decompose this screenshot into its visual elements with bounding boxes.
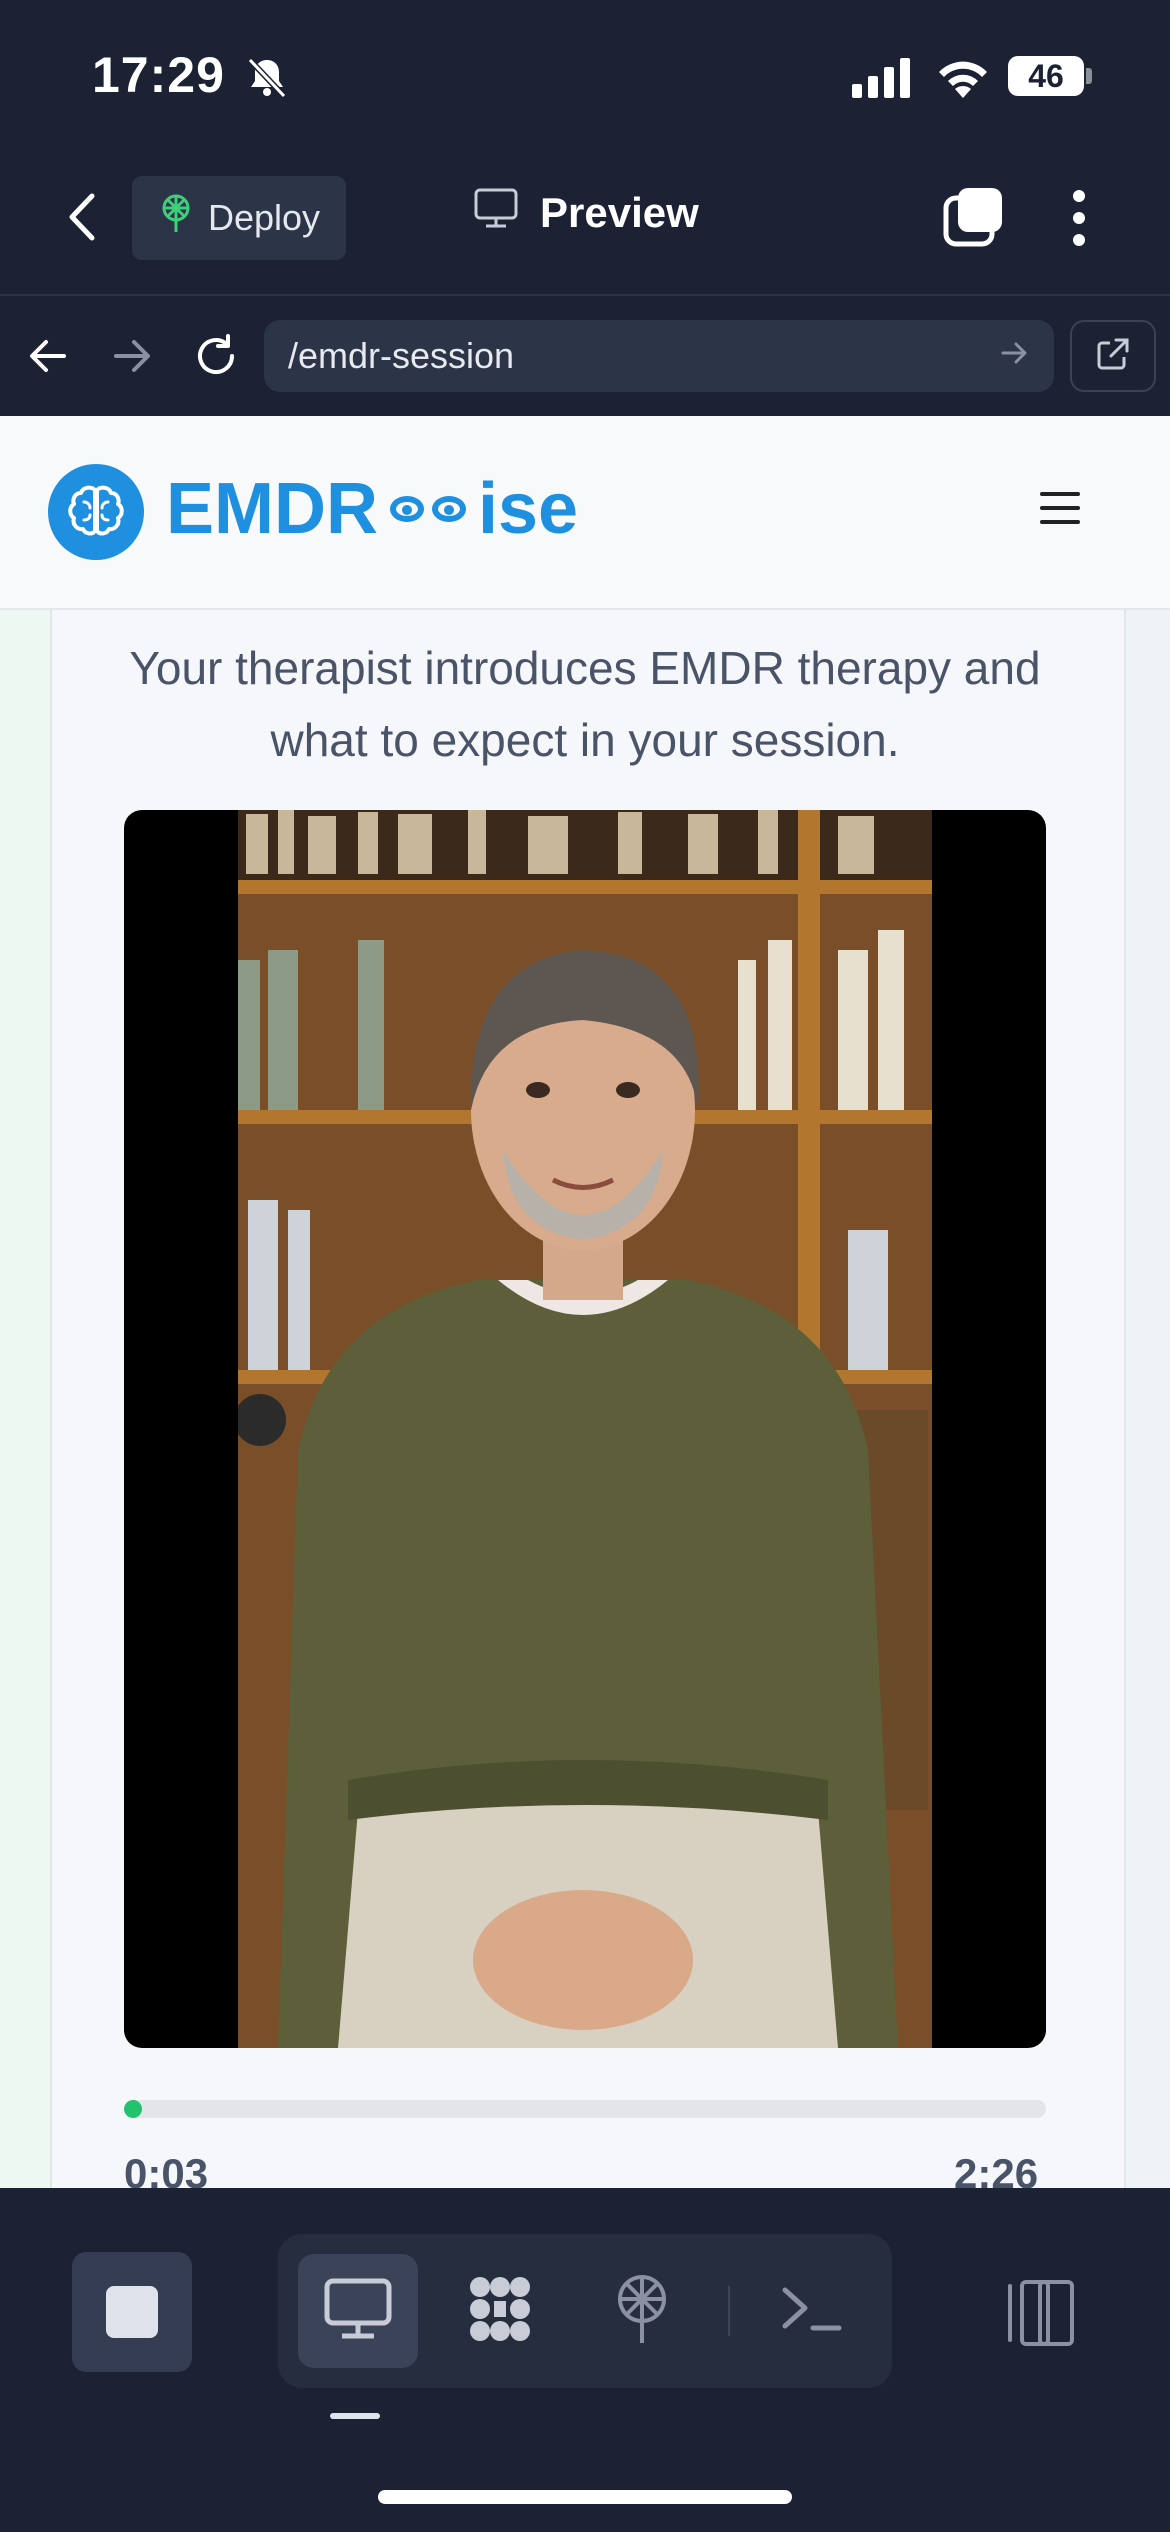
stop-button[interactable] [72, 2252, 192, 2372]
go-arrow-icon[interactable] [1000, 335, 1030, 377]
external-link-icon [1096, 337, 1130, 376]
app-header: EMDR ise [0, 416, 1170, 610]
brand-wordmark[interactable]: EMDR ise [166, 468, 578, 550]
tool-preview[interactable] [298, 2254, 418, 2368]
wifi-icon [936, 56, 990, 103]
battery-tip [1086, 68, 1092, 84]
battery-level: 46 [1028, 57, 1064, 94]
more-vertical-icon[interactable] [1070, 188, 1088, 253]
forward-arrow-icon[interactable] [112, 336, 152, 381]
monitor-icon [324, 2278, 392, 2345]
status-time: 17:29 [92, 47, 225, 103]
url-text: /emdr-session [288, 335, 515, 376]
preview-tab[interactable]: Preview [474, 188, 699, 238]
tool-deploy[interactable] [582, 2254, 702, 2368]
url-input[interactable]: /emdr-session [264, 320, 1054, 392]
components-grid-icon [464, 2273, 536, 2350]
video-current-time: 0:03 [124, 2150, 209, 2188]
preview-label: Preview [540, 189, 699, 236]
web-preview: EMDR ise Your therapist introduces EMDR … [0, 416, 1170, 2188]
open-external-button[interactable] [1070, 320, 1156, 392]
video-progress-bar[interactable] [124, 2100, 1046, 2118]
tool-switcher [278, 2234, 892, 2388]
eyes-logo-icon [390, 496, 466, 522]
hamburger-menu-icon[interactable] [1040, 492, 1080, 528]
tool-components[interactable] [440, 2254, 560, 2368]
deploy-icon [158, 194, 194, 243]
video-progress-fill [124, 2100, 143, 2118]
battery-icon: 46 [1008, 56, 1084, 96]
video-player[interactable] [124, 810, 1046, 2048]
signal-icon [852, 58, 914, 103]
tool-divider [728, 2286, 730, 2336]
stop-icon [106, 2286, 158, 2338]
brand-suffix: ise [478, 469, 579, 549]
home-indicator [378, 2490, 792, 2504]
terminal-icon [781, 2284, 843, 2339]
reload-icon[interactable] [192, 332, 240, 385]
tool-terminal[interactable] [752, 2254, 872, 2368]
bell-slash-icon [244, 54, 290, 105]
page-margin-left [0, 608, 50, 2188]
brand-prefix: EMDR [166, 469, 378, 549]
tabs-icon[interactable] [942, 186, 1004, 253]
page-margin-right [1122, 608, 1170, 2188]
therapist-video-frame [238, 810, 932, 2048]
brain-logo-icon[interactable] [48, 464, 144, 560]
session-intro-text: Your therapist introduces EMDR therapy a… [129, 642, 1041, 766]
deploy-label: Deploy [207, 197, 321, 238]
video-duration: 2:26 [954, 2150, 1039, 2188]
monitor-icon [474, 188, 518, 238]
deploy-icon [612, 2273, 672, 2350]
deploy-button[interactable]: Deploy [132, 176, 346, 260]
active-tool-indicator [330, 2413, 380, 2419]
panels-icon[interactable] [1000, 2276, 1076, 2350]
back-chevron-icon[interactable] [66, 192, 100, 247]
back-arrow-icon[interactable] [28, 336, 68, 381]
